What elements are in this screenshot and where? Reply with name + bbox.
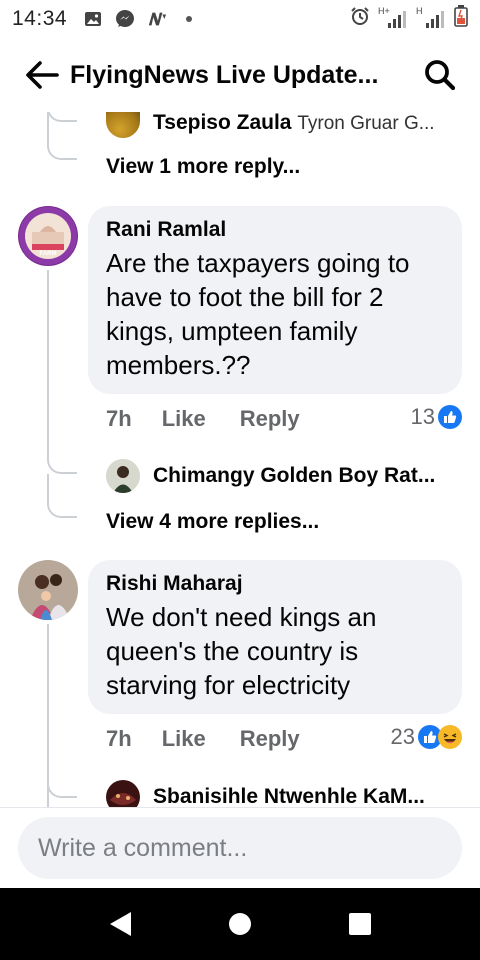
- thread-connector: [47, 474, 77, 518]
- nav-back-button[interactable]: [96, 900, 144, 948]
- comment-time[interactable]: 7h: [106, 726, 132, 752]
- gallery-icon: [83, 10, 103, 28]
- back-arrow-icon: [26, 61, 59, 89]
- page-header: FlyingNews Live Update...: [0, 38, 480, 112]
- back-button[interactable]: [22, 55, 62, 95]
- reply-author-name[interactable]: Tsepiso Zaula Tyron Gruar G...: [153, 112, 435, 135]
- signal-1-icon: H+: [378, 6, 408, 30]
- reaction-summary[interactable]: 23: [391, 724, 462, 750]
- avatar[interactable]: [106, 112, 140, 138]
- reaction-count: 23: [390, 724, 415, 749]
- search-icon: [425, 60, 456, 91]
- reply-button[interactable]: Reply: [240, 406, 300, 432]
- view-more-replies-link[interactable]: View 1 more reply...: [106, 155, 300, 179]
- comment-time[interactable]: 7h: [106, 406, 132, 432]
- comment-text: We don't need kings an queen's the count…: [106, 602, 377, 700]
- comment-actions: 7h Like Reply: [106, 724, 300, 754]
- comment-author[interactable]: Rani Ramlal: [106, 218, 444, 242]
- like-button[interactable]: Like: [162, 726, 206, 752]
- reaction-summary[interactable]: 13: [411, 404, 462, 430]
- avatar[interactable]: [106, 459, 140, 493]
- reply-author[interactable]: Tsepiso Zaula: [153, 112, 291, 134]
- thread-connector: [47, 112, 77, 160]
- thread-connector: [47, 772, 77, 798]
- comment-author[interactable]: Rishi Maharaj: [106, 572, 444, 596]
- reply-snippet: Tyron Gruar G...: [297, 113, 435, 134]
- circle-home-icon: [229, 913, 251, 935]
- comment-bubble[interactable]: Rani Ramlal Are the taxpayers going to h…: [88, 206, 462, 394]
- like-button[interactable]: Like: [162, 406, 206, 432]
- page-title: FlyingNews Live Update...: [70, 60, 379, 89]
- haha-reaction-icon: [438, 725, 462, 749]
- avatar[interactable]: FARM: [18, 206, 78, 266]
- search-button[interactable]: [418, 53, 462, 97]
- triangle-back-icon: [110, 912, 131, 936]
- comments-list[interactable]: Tsepiso Zaula Tyron Gruar G... View 1 mo…: [0, 112, 480, 807]
- battery-icon: [454, 5, 468, 33]
- comment-text: Are the taxpayers going to have to foot …: [106, 248, 410, 380]
- svg-text:FARM: FARM: [40, 251, 57, 257]
- nav-home-button[interactable]: [216, 900, 264, 948]
- avatar[interactable]: [106, 780, 140, 807]
- reply-button[interactable]: Reply: [240, 726, 300, 752]
- reply-author-name[interactable]: Chimangy Golden Boy Rat...: [153, 464, 435, 488]
- messenger-icon: [115, 10, 135, 28]
- comment-input[interactable]: [18, 817, 462, 879]
- system-nav-bar: [0, 888, 480, 960]
- thread-connector: [47, 448, 77, 474]
- news-app-icon: [147, 10, 167, 28]
- like-reaction-icon: [438, 405, 462, 429]
- signal-2-icon: H: [416, 6, 446, 30]
- reply-author-name[interactable]: Sbanisihle Ntwenhle KaM...: [153, 785, 425, 807]
- alarm-icon: [350, 6, 370, 32]
- comment-composer: [0, 807, 480, 888]
- avatar[interactable]: [18, 560, 78, 620]
- status-indicators: H+ H: [350, 5, 468, 33]
- comment-actions: 7h Like Reply: [106, 404, 300, 434]
- status-time: 14:34: [12, 7, 68, 30]
- status-bar: 14:34 H+ H: [0, 0, 480, 38]
- thread-line: [47, 270, 49, 448]
- comment-bubble[interactable]: Rishi Maharaj We don't need kings an que…: [88, 560, 462, 714]
- nav-recents-button[interactable]: [336, 900, 384, 948]
- reaction-count: 13: [410, 404, 435, 429]
- square-recents-icon: [349, 913, 371, 935]
- view-more-replies-link[interactable]: View 4 more replies...: [106, 510, 319, 534]
- dot-icon: [179, 10, 199, 28]
